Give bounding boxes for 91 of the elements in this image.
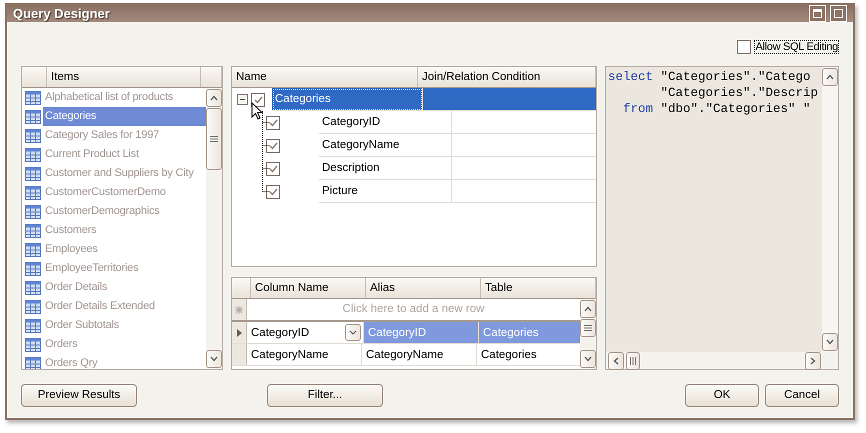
list-item[interactable]: Orders Qry [43, 354, 206, 369]
grip-icon [584, 325, 592, 332]
checkbox[interactable] [251, 92, 265, 106]
new-row-icon [235, 306, 243, 314]
grip-icon [630, 357, 636, 365]
check-icon [268, 188, 278, 196]
list-item[interactable]: Order Subtotals [43, 316, 206, 335]
table-icon [25, 242, 41, 256]
table-icon [25, 148, 41, 162]
tree-node[interactable]: Picture [319, 180, 452, 203]
check-icon [254, 96, 262, 104]
dropdown-caret-icon [349, 330, 357, 336]
table-icon [25, 110, 41, 124]
list-item[interactable]: Current Product List [43, 145, 206, 164]
dialog-button[interactable]: Preview Results [21, 384, 137, 406]
checkbox[interactable] [266, 138, 280, 152]
sql-editor[interactable]: select "Categories"."Catego "Categories"."Descrip from "dbo"."Categories" " [605, 66, 839, 370]
list-item[interactable]: Alphabetical list of products [43, 88, 206, 107]
table-cell: Categories [479, 322, 580, 344]
table-icon [25, 90, 41, 104]
list-item[interactable]: Category Sales for 1997 [43, 126, 206, 145]
table-icon [25, 338, 41, 352]
scroll-left-icon [613, 357, 619, 365]
row-indicator-icon [236, 328, 242, 337]
table-icon [25, 166, 41, 180]
table-icon [25, 356, 41, 369]
mouse-cursor-icon [251, 102, 263, 120]
list-item[interactable]: EmployeeTerritories [43, 259, 206, 278]
column-header: Name [232, 67, 418, 87]
tree-node[interactable]: CategoryName [319, 134, 452, 157]
scroll-up-icon [210, 95, 218, 101]
scroll-right-icon [810, 357, 816, 365]
list-item[interactable]: Customers [43, 221, 206, 240]
list-item[interactable]: Categories [43, 107, 206, 126]
column-header: Alias [366, 278, 481, 298]
scroll-up-icon [584, 306, 592, 312]
window-title: Query Designer [13, 6, 111, 21]
new-row-prompt[interactable]: Click here to add a new row [247, 299, 580, 320]
dialog-button[interactable]: OK [685, 384, 759, 406]
table-icon [25, 280, 41, 294]
list-item[interactable]: Customer and Suppliers by City [43, 164, 206, 183]
list-item[interactable]: Orders [43, 335, 206, 354]
dialog-button[interactable]: Cancel [765, 384, 839, 406]
horizontal-scrollbar[interactable] [606, 352, 838, 369]
maximize-button[interactable] [809, 5, 826, 22]
scrollbar[interactable] [206, 88, 222, 369]
scrollbar[interactable] [822, 67, 838, 352]
table-icon [25, 262, 41, 276]
minus-icon [239, 96, 246, 103]
maximize-icon [813, 9, 822, 18]
scrollbar[interactable] [580, 299, 596, 369]
table-icon [25, 204, 41, 218]
scroll-up-icon [826, 74, 834, 80]
code-line: select "Categories"."Catego [608, 69, 812, 85]
table-icon [25, 186, 41, 200]
table-icon [25, 128, 41, 142]
dialog-button[interactable]: Filter... [267, 384, 383, 406]
tree-node[interactable]: Description [319, 157, 452, 180]
tree-node[interactable]: Categories [272, 88, 423, 111]
checkbox[interactable] [266, 184, 280, 198]
grip-icon [210, 136, 218, 142]
close-button[interactable] [830, 5, 847, 22]
table-icon [25, 224, 41, 238]
checkbox[interactable] [266, 162, 280, 176]
checkbox-label[interactable]: Allow SQL Editing [754, 40, 839, 54]
list-item[interactable]: Order Details Extended [43, 297, 206, 316]
column-dropdown[interactable]: CategoryID [247, 322, 364, 344]
list-item[interactable]: Employees [43, 240, 206, 259]
table-cell: CategoryID [364, 322, 479, 344]
collapse-toggle[interactable] [237, 94, 248, 105]
code-line: from "dbo"."Categories" " [622, 101, 812, 117]
list-item[interactable]: CustomerCustomerDemo [43, 183, 206, 202]
checkbox[interactable] [266, 116, 280, 130]
close-icon [834, 9, 843, 18]
column-header: Join/Relation Condition [418, 67, 596, 87]
column-header: Table [481, 278, 596, 298]
check-icon [268, 142, 278, 150]
table-icon [25, 300, 41, 314]
check-icon [268, 118, 278, 126]
checkbox[interactable] [737, 40, 752, 54]
list-item[interactable]: CustomerDemographics [43, 202, 206, 221]
column-header: Items [47, 67, 201, 87]
list-item[interactable]: Order Details [43, 278, 206, 297]
column-header: Column Name [251, 278, 366, 298]
scroll-down-icon [584, 356, 592, 362]
scroll-down-icon [210, 356, 218, 362]
check-icon [268, 164, 278, 172]
table-icon [25, 318, 41, 332]
code-line: "Categories"."Descrip [660, 85, 820, 101]
scroll-down-icon [826, 339, 834, 345]
tree-node[interactable]: CategoryID [319, 111, 452, 134]
